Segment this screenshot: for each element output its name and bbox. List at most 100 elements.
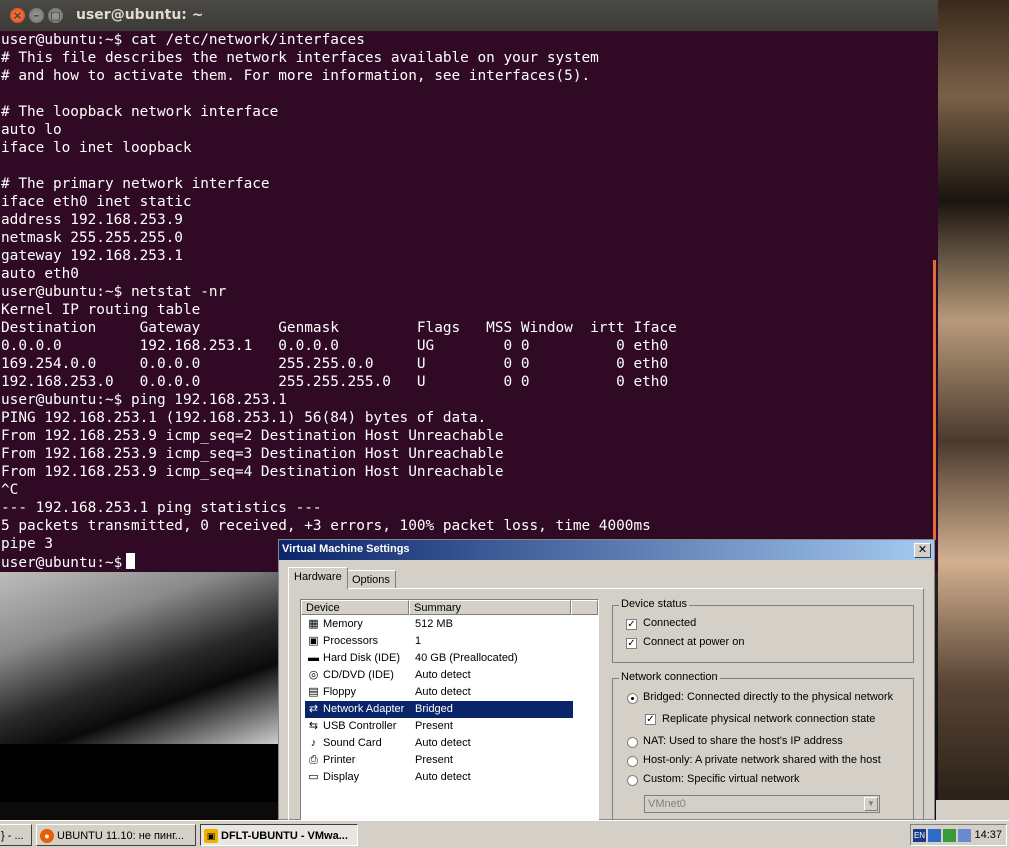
taskbar-item-0[interactable]: } - ... [0, 824, 32, 846]
connect-at-power-on-checkbox[interactable]: ✓ [626, 638, 637, 649]
device-summary: Auto detect [415, 686, 471, 698]
network-connection-label: Network connection [619, 671, 720, 683]
minimize-icon[interactable]: – [29, 8, 44, 23]
taskbar-item-label: DFLT-UBUNTU - VMwa... [221, 830, 348, 842]
vmware-icon: ▣ [204, 829, 218, 843]
device-icon: ⎙ [309, 754, 318, 766]
network-icon[interactable] [928, 829, 941, 842]
device-name: Display [323, 771, 360, 783]
close-icon[interactable]: ✕ [914, 543, 931, 558]
maximize-icon[interactable]: □ [48, 8, 63, 23]
terminal-line: 192.168.253.0 0.0.0.0 255.255.255.0 U 0 … [1, 374, 669, 390]
device-summary: Present [415, 720, 453, 732]
device-summary: 40 GB (Preallocated) [415, 652, 518, 664]
system-tray: EN 14:37 [910, 824, 1007, 846]
terminal-line: address 192.168.253.9 [1, 212, 183, 228]
device-row[interactable]: ▣ Processors 1 [305, 633, 573, 650]
terminal-titlebar[interactable]: × – □ user@ubuntu: ~ [0, 0, 938, 31]
terminal-output[interactable]: user@ubuntu:~$ cat /etc/network/interfac… [0, 31, 938, 572]
device-icon: ◎ [308, 669, 319, 681]
taskbar-item-label: } - ... [1, 830, 24, 842]
terminal-line: user@ubuntu:~$ netstat -nr [1, 284, 227, 300]
terminal-line: iface eth0 inet static [1, 194, 192, 210]
host-only-radio[interactable] [627, 756, 638, 767]
connected-checkbox[interactable]: ✓ [626, 619, 637, 630]
device-icon: ⇄ [308, 703, 319, 715]
device-icon: ♪ [310, 737, 317, 749]
language-indicator[interactable]: EN [913, 829, 926, 842]
security-icon[interactable] [943, 829, 956, 842]
firefox-icon: ● [40, 829, 54, 843]
host-only-label: Host-only: A private network shared with… [643, 754, 881, 766]
device-icon: ▦ [308, 618, 319, 630]
column-blank [571, 600, 598, 615]
bridged-radio[interactable] [627, 693, 638, 704]
terminal-line: --- 192.168.253.1 ping statistics --- [1, 500, 322, 516]
device-row[interactable]: ⎙ Printer Present [305, 752, 573, 769]
device-name: Hard Disk (IDE) [323, 652, 401, 664]
replicate-checkbox[interactable]: ✓ [645, 714, 656, 725]
device-row[interactable]: ▦ Memory 512 MB [305, 616, 573, 633]
terminal-line: ^C [1, 482, 19, 498]
taskbar-item-firefox[interactable]: ● UBUNTU 11.10: не пинг... [36, 824, 196, 846]
clock[interactable]: 14:37 [974, 829, 1002, 841]
column-device[interactable]: Device [301, 600, 409, 615]
terminal-line: 0.0.0.0 192.168.253.1 0.0.0.0 UG 0 0 0 e… [1, 338, 669, 354]
device-summary: Auto detect [415, 669, 471, 681]
custom-network-select[interactable]: VMnet0 ▼ [644, 795, 880, 813]
device-row[interactable]: ◎ CD/DVD (IDE) Auto detect [305, 667, 573, 684]
device-name: Network Adapter [323, 703, 405, 715]
vm-settings-dialog: Virtual Machine Settings ✕ Hardware Opti… [278, 539, 935, 829]
terminal-line: 169.254.0.0 0.0.0.0 255.255.0.0 U 0 0 0 … [1, 356, 669, 372]
device-list[interactable]: Device Summary ▦ Memory 512 MB ▣ Processors 1… [300, 599, 599, 829]
custom-radio[interactable] [627, 775, 638, 786]
terminal-line: From 192.168.253.9 icmp_seq=4 Destinatio… [1, 464, 504, 480]
device-row[interactable]: ▤ Floppy Auto detect [305, 684, 573, 701]
desktop-wallpaper-right [938, 0, 1009, 802]
device-row[interactable]: ♪ Sound Card Auto detect [305, 735, 573, 752]
device-icon: ▭ [308, 771, 319, 783]
taskbar-item-vmware[interactable]: ▣ DFLT-UBUNTU - VMwa... [200, 824, 358, 846]
taskbar-item-label: UBUNTU 11.10: не пинг... [57, 830, 184, 842]
nat-radio[interactable] [627, 737, 638, 748]
device-list-header: Device Summary [301, 600, 598, 616]
tab-options[interactable]: Options [346, 570, 396, 589]
connected-label: Connected [643, 617, 697, 629]
vm-status-icons [936, 800, 1009, 820]
device-row[interactable]: ▭ Display Auto detect [305, 769, 573, 786]
terminal-line: PING 192.168.253.1 (192.168.253.1) 56(84… [1, 410, 487, 426]
terminal-line: user@ubuntu:~$ ping 192.168.253.1 [1, 392, 287, 408]
terminal-scrollbar[interactable] [933, 260, 936, 540]
device-row[interactable]: ⇆ USB Controller Present [305, 718, 573, 735]
tab-hardware[interactable]: Hardware [288, 567, 348, 589]
terminal-window: × – □ user@ubuntu: ~ user@ubuntu:~$ cat … [0, 0, 938, 572]
terminal-line: # The loopback network interface [1, 104, 279, 120]
terminal-title: user@ubuntu: ~ [76, 7, 204, 23]
column-summary[interactable]: Summary [409, 600, 571, 615]
terminal-line: auto lo [1, 122, 62, 138]
terminal-line: From 192.168.253.9 icmp_seq=2 Destinatio… [1, 428, 504, 444]
chevron-down-icon[interactable]: ▼ [864, 797, 878, 811]
device-icon: ⇆ [308, 720, 319, 732]
bridged-label: Bridged: Connected directly to the physi… [643, 691, 894, 703]
device-icon[interactable] [958, 829, 971, 842]
device-summary: Bridged [415, 703, 453, 715]
custom-label: Custom: Specific virtual network [643, 773, 800, 785]
terminal-line: netmask 255.255.255.0 [1, 230, 183, 246]
device-summary: Present [415, 754, 453, 766]
device-name: Processors [323, 635, 379, 647]
desktop-wallpaper-dark [0, 744, 280, 802]
device-icon: ▣ [308, 635, 319, 647]
dialog-titlebar[interactable]: Virtual Machine Settings ✕ [279, 540, 934, 560]
device-icon: ▤ [308, 686, 319, 698]
device-row[interactable]: ⇄ Network Adapter Bridged [305, 701, 573, 718]
device-summary: 512 MB [415, 618, 453, 630]
close-icon[interactable]: × [10, 8, 25, 23]
device-name: Floppy [323, 686, 357, 698]
device-status-group: Device status ✓ Connected ✓ Connect at p… [612, 598, 914, 663]
device-row[interactable]: ▬ Hard Disk (IDE) 40 GB (Preallocated) [305, 650, 573, 667]
device-name: Printer [323, 754, 356, 766]
terminal-line: iface lo inet loopback [1, 140, 192, 156]
terminal-line: Destination Gateway Genmask Flags MSS Wi… [1, 320, 677, 336]
